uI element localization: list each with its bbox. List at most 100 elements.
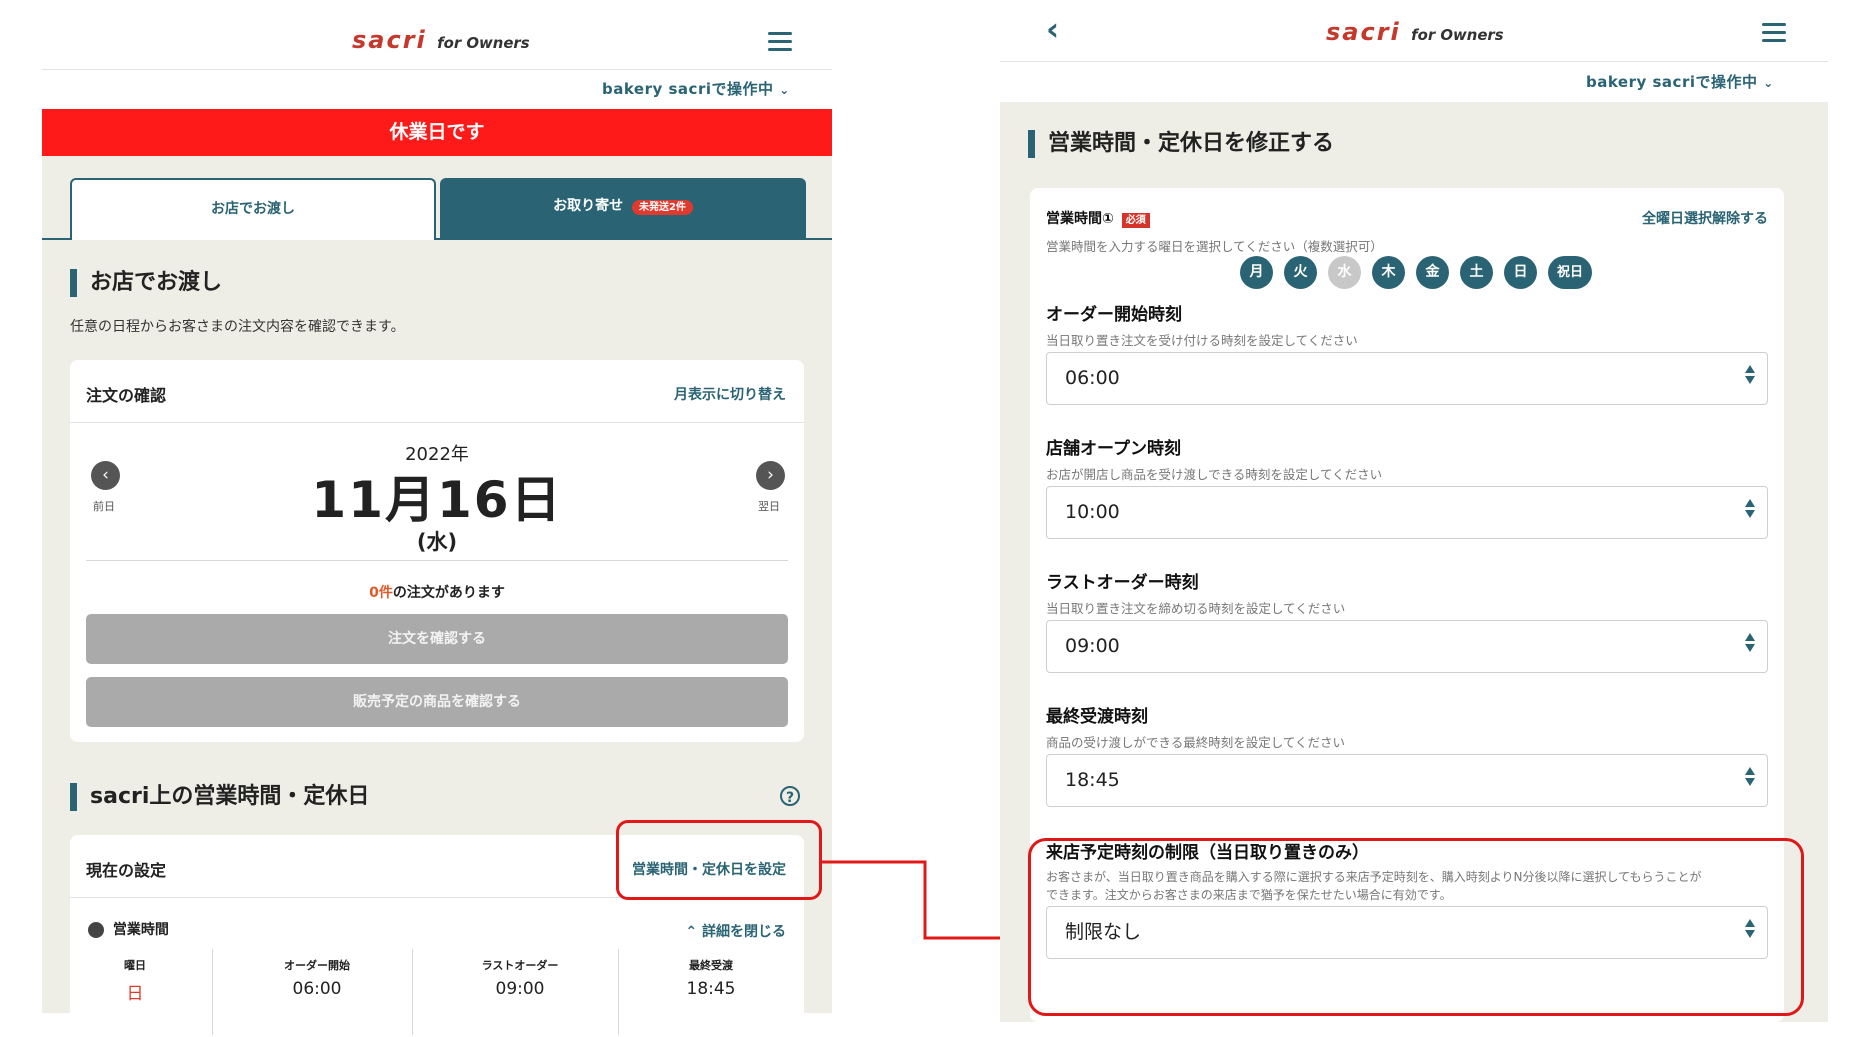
order-start-select[interactable]: 06:00 — [1046, 352, 1768, 405]
confirm-products-button[interactable]: 販売予定の商品を確認する — [86, 677, 788, 727]
day-selector: 月 火 水 木 金 土 日 祝日 — [1240, 256, 1592, 292]
clear-all-days-link[interactable]: 全曜日選択解除する — [1642, 208, 1768, 228]
col-divider — [618, 949, 619, 1035]
tab-underline-gap — [72, 238, 434, 240]
hours-field-help: 営業時間を入力する曜日を選択してください（複数選択可） — [1046, 239, 1383, 254]
shop-switcher-label: bakery sacriで操作中 — [602, 80, 774, 98]
shop-open-help: お店が開店し商品を受け渡しできる時刻を設定してください — [1046, 467, 1383, 482]
last-order-value: 09:00 — [1065, 635, 1120, 657]
col-header-order-start: オーダー開始 — [284, 959, 350, 972]
cell-final-handover: 18:45 — [686, 979, 736, 999]
shop-switcher[interactable]: bakery sacriで操作中 ⌄ — [602, 78, 790, 99]
closed-banner: 休業日です — [42, 109, 832, 156]
prev-day-button[interactable]: ‹ — [91, 461, 120, 490]
select-arrows-icon — [1745, 633, 1755, 652]
brand-name: sacri — [352, 26, 427, 54]
col-header-last-order: ラストオーダー — [481, 959, 559, 972]
col-header-weekday: 曜日 — [124, 959, 146, 972]
day-thu[interactable]: 木 — [1372, 256, 1405, 289]
tab-in-store[interactable]: お店でお渡し — [70, 178, 436, 240]
chevron-up-icon: ⌃ — [685, 924, 698, 940]
highlight-set-hours — [616, 820, 822, 900]
shop-switcher[interactable]: bakery sacriで操作中 ⌄ — [1586, 71, 1774, 92]
day-wed[interactable]: 水 — [1328, 256, 1361, 289]
day-sat[interactable]: 土 — [1460, 256, 1493, 289]
order-start-value: 06:00 — [1065, 367, 1120, 389]
select-arrows-icon — [1745, 365, 1755, 384]
col-divider — [412, 949, 413, 1035]
cell-order-start: 06:00 — [292, 979, 342, 999]
chevron-down-icon: ⌄ — [779, 83, 790, 97]
month-view-link[interactable]: 月表示に切り替え — [674, 384, 786, 404]
unshipped-badge: 未発送2件 — [631, 200, 693, 215]
last-order-select[interactable]: 09:00 — [1046, 620, 1768, 673]
section-in-store-description: 任意の日程からお客さまの注文内容を確認できます。 — [70, 316, 405, 336]
hours-field-label-text: 営業時間① — [1046, 211, 1114, 227]
date-main: 11月16日 — [311, 471, 563, 529]
orders-card: 注文の確認 月表示に切り替え 2022年 11月16日 (水) ‹ 前日 › 翌… — [70, 360, 804, 742]
hours-row-label: 営業時間 — [88, 919, 169, 939]
day-mon[interactable]: 月 — [1240, 256, 1273, 289]
section-in-store-title: お店でお渡し — [70, 269, 222, 297]
order-count: 0件の注文があります — [70, 582, 804, 602]
cell-weekday: 日 — [126, 984, 144, 1004]
select-arrows-icon — [1745, 499, 1755, 518]
day-fri[interactable]: 金 — [1416, 256, 1449, 289]
menu-icon[interactable] — [1762, 18, 1786, 47]
help-icon[interactable]: ? — [780, 786, 800, 806]
chevron-down-icon: ⌄ — [1763, 76, 1774, 90]
date-divider — [86, 560, 788, 561]
col-divider — [212, 949, 213, 1035]
day-tue[interactable]: 火 — [1284, 256, 1317, 289]
shop-open-value: 10:00 — [1065, 501, 1120, 523]
left-header: sacri for Owners — [42, 0, 832, 70]
next-day-button[interactable]: › — [756, 461, 785, 490]
brand-suffix: for Owners — [437, 34, 530, 52]
order-start-help: 当日取り置き注文を受け付ける時刻を設定してください — [1046, 333, 1358, 348]
back-icon[interactable]: ‹ — [1046, 10, 1059, 48]
shop-switcher-label: bakery sacriで操作中 — [1586, 73, 1758, 91]
final-handover-label: 最終受渡時刻 — [1046, 707, 1148, 727]
orders-card-divider — [70, 422, 804, 423]
next-day-label: 翌日 — [758, 500, 780, 513]
chevron-left-icon: ‹ — [102, 465, 109, 485]
prev-day-label: 前日 — [93, 500, 115, 513]
day-sun[interactable]: 日 — [1504, 256, 1537, 289]
order-start-label: オーダー開始時刻 — [1046, 305, 1182, 325]
collapse-details-link[interactable]: ⌃ 詳細を閉じる — [685, 921, 786, 941]
hours-field-label: 営業時間① 必須 — [1046, 208, 1150, 228]
chevron-right-icon: › — [767, 465, 774, 485]
section-hours-title: sacri上の営業時間・定休日 — [70, 783, 369, 811]
cell-last-order: 09:00 — [495, 979, 545, 999]
connector-arrow — [820, 860, 1024, 946]
brand-suffix: for Owners — [1411, 26, 1504, 44]
confirm-orders-button[interactable]: 注文を確認する — [86, 614, 788, 664]
brand-logo: sacri for Owners — [1326, 18, 1504, 46]
final-handover-select[interactable]: 18:45 — [1046, 754, 1768, 807]
hours-table: 曜日 オーダー開始 ラストオーダー 最終受渡 日 06:00 09:00 18:… — [70, 949, 804, 1035]
shop-open-select[interactable]: 10:00 — [1046, 486, 1768, 539]
settings-card-title: 現在の設定 — [86, 861, 167, 880]
order-count-number: 0件 — [369, 585, 393, 601]
tab-delivery[interactable]: お取り寄せ 未発送2件 — [440, 178, 806, 238]
select-arrows-icon — [1745, 767, 1755, 786]
page-title: 営業時間・定休日を修正する — [1028, 130, 1334, 158]
section-hours-title-text: sacri上の営業時間・定休日 — [90, 784, 370, 809]
tab-in-store-label: お店でお渡し — [211, 201, 295, 217]
closed-banner-text: 休業日です — [389, 121, 485, 143]
highlight-visit-restriction — [1028, 838, 1804, 1016]
last-order-help: 当日取り置き注文を締め切る時刻を設定してください — [1046, 601, 1346, 616]
clock-icon — [88, 922, 104, 938]
col-header-final-handover: 最終受渡 — [689, 959, 733, 972]
final-handover-help: 商品の受け渡しができる最終時刻を設定してください — [1046, 735, 1346, 750]
right-header: ‹ sacri for Owners — [1000, 0, 1828, 62]
day-holiday[interactable]: 祝日 — [1548, 256, 1592, 289]
page-title-text: 営業時間・定休日を修正する — [1048, 131, 1335, 156]
required-badge: 必須 — [1121, 213, 1150, 228]
section-in-store-description-text: 任意の日程からお客さまの注文内容を確認できます。 — [70, 319, 405, 335]
order-count-suffix: の注文があります — [392, 585, 505, 601]
section-in-store-title-text: お店でお渡し — [90, 270, 223, 295]
menu-icon[interactable] — [768, 27, 792, 56]
last-order-label: ラストオーダー時刻 — [1046, 573, 1199, 593]
brand-logo: sacri for Owners — [352, 26, 530, 54]
